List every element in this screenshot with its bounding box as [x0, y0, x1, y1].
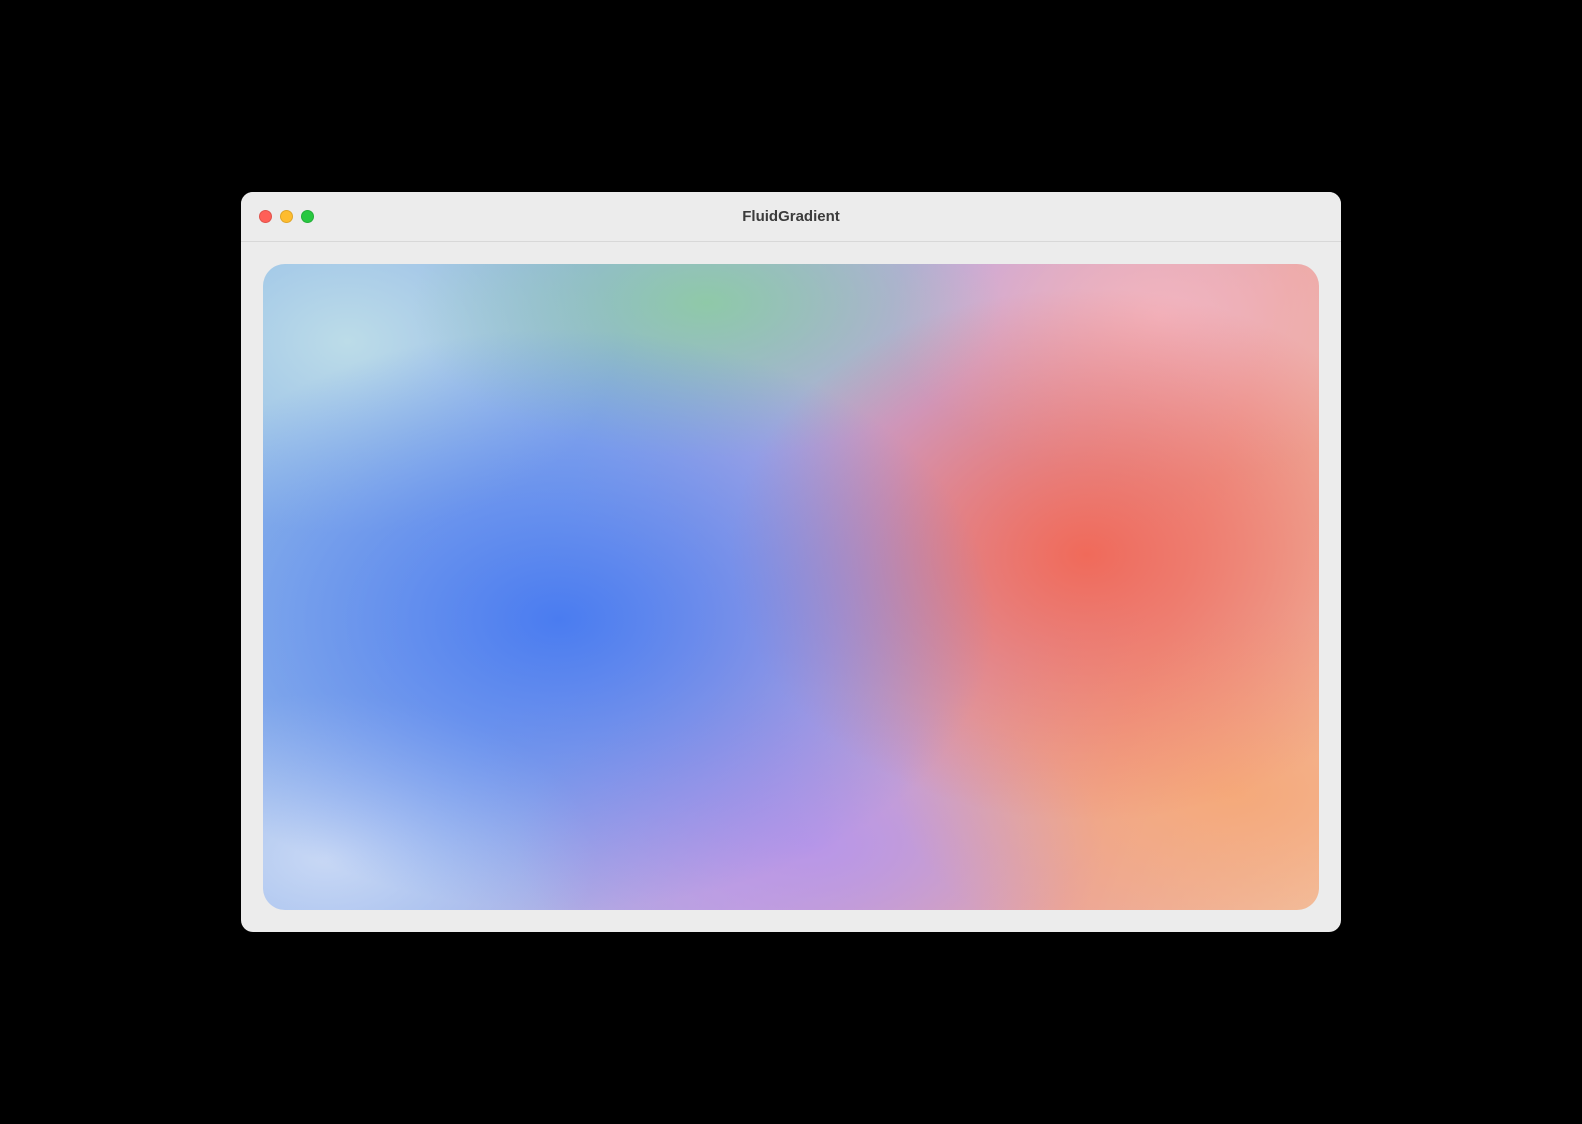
window-titlebar[interactable]: FluidGradient: [241, 192, 1341, 242]
window-title: FluidGradient: [241, 208, 1341, 225]
traffic-lights: [241, 210, 314, 223]
close-icon[interactable]: [259, 210, 272, 223]
fluid-gradient-view: [263, 264, 1319, 910]
fullscreen-icon[interactable]: [301, 210, 314, 223]
app-window: FluidGradient: [241, 192, 1341, 932]
window-content: [241, 242, 1341, 932]
minimize-icon[interactable]: [280, 210, 293, 223]
